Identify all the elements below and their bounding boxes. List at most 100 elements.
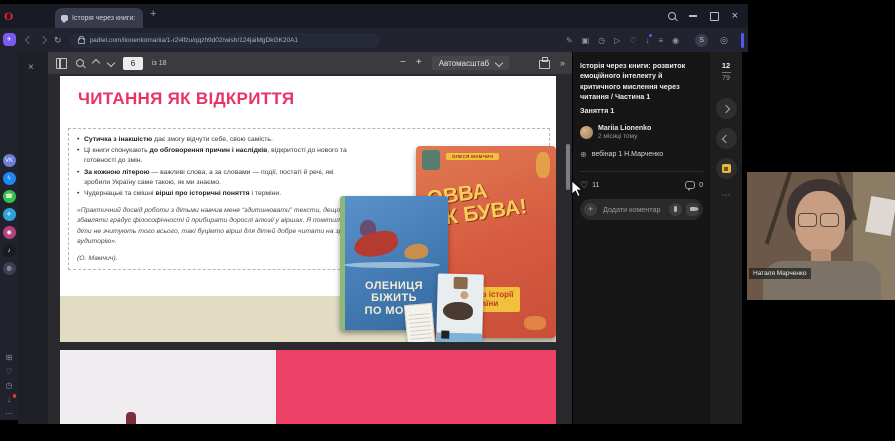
glasses-icon <box>798 213 839 227</box>
link-icon: ⊕ <box>580 151 587 159</box>
reload-button[interactable]: ↻ <box>54 36 62 45</box>
back-button[interactable] <box>25 36 33 44</box>
forward-button[interactable] <box>39 36 47 44</box>
slideshow-button[interactable] <box>716 158 737 179</box>
slide-nav-rail: 12 79 ⋯ <box>710 52 742 424</box>
slide-title: ЧИТАННЯ ЯК ВІДКРИТТЯ <box>78 89 294 109</box>
open-booklet <box>404 303 436 342</box>
zoom-mode-select[interactable]: Автомасштаб <box>432 56 509 70</box>
previous-page-button[interactable] <box>92 59 100 67</box>
tab-title: Історія через книги: розви <box>72 15 137 22</box>
mic-button[interactable] <box>669 203 682 216</box>
pdf-search-icon[interactable] <box>76 59 84 67</box>
browser-tab[interactable]: Історія через книги: розви <box>55 8 143 28</box>
cover-illustration <box>422 150 440 170</box>
address-bar-row: ↻ padlet.com/lionenkomariia/1-r2i4fzu/qq… <box>18 28 748 52</box>
history-icon[interactable]: ◷ <box>598 36 605 45</box>
more-icon[interactable]: ⋯ <box>3 409 15 418</box>
camera-button[interactable] <box>686 203 699 216</box>
address-bar[interactable]: padlet.com/lionenkomariia/1-r2i4fzu/qqzh… <box>70 33 380 48</box>
page-number-input[interactable] <box>123 57 143 70</box>
post-title: Історія через книги: розвиток емоційного… <box>580 61 703 103</box>
snapshot-icon[interactable]: ▣ <box>582 36 590 45</box>
participant-video[interactable]: Наталя Марченко <box>747 172 895 300</box>
messenger-icon[interactable]: ϟ <box>3 172 16 185</box>
author-name: Mariia Lionenko <box>598 125 651 132</box>
slide-bullet: Ці книги спонукають до обговорення причи… <box>77 146 355 166</box>
cover-illustration <box>403 242 429 260</box>
pdf-toolbar: із 18 − + Автомасштаб » <box>48 52 572 74</box>
url-text: padlet.com/lionenkomariia/1-r2i4fzu/qqzh… <box>90 37 298 44</box>
vk-icon[interactable]: VK <box>3 154 16 167</box>
add-attachment-button[interactable]: + <box>584 203 597 216</box>
flow-icon[interactable]: ▷ <box>614 36 620 45</box>
pdf-scrollbar-thumb[interactable] <box>566 144 570 190</box>
prev-slide-button[interactable] <box>716 128 737 149</box>
next-page-button[interactable] <box>107 59 115 67</box>
search-icon[interactable] <box>668 12 676 20</box>
easy-setup-icon[interactable]: ◎ <box>720 35 728 46</box>
comment-input[interactable] <box>601 204 665 215</box>
workspaces-icon[interactable]: ⊞ <box>3 353 15 362</box>
telegram-icon[interactable]: ✈ <box>3 208 16 221</box>
share-icon[interactable]: ✎ <box>566 36 573 45</box>
slide-bullet: За кожною літерою — важливі слова, а за … <box>77 168 355 188</box>
next-slide-button[interactable] <box>716 98 737 119</box>
mouse-cursor <box>571 180 583 203</box>
downloads-icon[interactable]: ↓ <box>3 395 15 404</box>
opera-sidebar: ✈ VK ϟ ☎ ✈ ◉ ♪ ◎ ⊞ ♡ ◷ ↓ ⋯ <box>0 28 18 420</box>
comment-input-row: + <box>580 199 703 220</box>
maximize-button[interactable] <box>710 12 719 21</box>
close-window-button[interactable]: × <box>732 11 738 22</box>
close-panel-button[interactable]: × <box>28 63 34 73</box>
print-icon[interactable] <box>539 60 550 69</box>
slide-counter-total: 79 <box>710 75 742 82</box>
pink-block <box>276 350 556 424</box>
comment-icon[interactable] <box>685 181 695 189</box>
card-figure <box>460 291 468 299</box>
participant-shoulders <box>763 261 881 300</box>
card-horse <box>443 302 473 321</box>
minimize-button[interactable] <box>689 15 697 16</box>
sidebar-accent-bar <box>741 33 744 48</box>
attachment-label: вебінар 1 Н.Марченко <box>592 151 663 158</box>
pdf-viewer: із 18 − + Автомасштаб » ЧИТАННЯ Я <box>48 52 572 424</box>
pdf-sidebar-toggle-icon[interactable] <box>56 58 67 69</box>
extensions-row: ✎ ▣ ◷ ▷ ♡ ↓ ≡ ◉ <box>566 36 679 45</box>
qr-code <box>441 331 449 339</box>
postcard-illustration <box>436 273 484 342</box>
whatsapp-icon[interactable]: ☎ <box>3 190 16 203</box>
post-author-row: Mariia Lionenko 2 місяці тому <box>580 125 703 140</box>
profile-icon[interactable]: ◉ <box>672 36 679 45</box>
zoom-out-button[interactable]: − <box>400 58 406 68</box>
counter-divider <box>722 72 731 73</box>
slide-page: ЧИТАННЯ ЯК ВІДКРИТТЯ Сутичка з інакшістю… <box>60 76 556 342</box>
mic-icon <box>674 206 677 212</box>
zoom-in-button[interactable]: + <box>416 58 422 68</box>
cover-illustration <box>524 316 546 330</box>
opera-menu-button[interactable]: O <box>4 9 13 23</box>
history-icon[interactable]: ◷ <box>3 381 15 390</box>
post-session-label: Заняття 1 <box>580 106 703 115</box>
more-options-button[interactable]: ⋯ <box>710 191 742 200</box>
reading-list-icon[interactable]: ≡ <box>658 36 663 45</box>
new-tab-button[interactable]: + <box>150 9 156 20</box>
profile-avatar[interactable]: S <box>695 34 708 47</box>
discord-icon[interactable]: ◎ <box>3 262 16 275</box>
card-portrait <box>453 277 467 289</box>
download-icon[interactable]: ↓ <box>645 36 649 45</box>
camera-icon <box>690 207 696 211</box>
zoom-mode-label: Автомасштаб <box>439 59 489 68</box>
attachment-row[interactable]: ⊕ вебінар 1 Н.Марченко <box>580 151 703 159</box>
small-illustration <box>126 412 136 424</box>
bookmarks-icon[interactable]: ♡ <box>3 367 15 376</box>
slideshow-icon <box>722 164 731 173</box>
paper-plane-icon[interactable]: ✈ <box>3 33 16 46</box>
bookmark-heart-icon[interactable]: ♡ <box>629 36 636 45</box>
tiktok-icon[interactable]: ♪ <box>3 244 16 257</box>
instagram-icon[interactable]: ◉ <box>3 226 16 239</box>
toolbar-expand-button[interactable]: » <box>560 59 565 68</box>
slide-bullet-list: Сутичка з інакшістю дає змогу відчути се… <box>77 135 355 199</box>
lock-icon <box>78 38 85 44</box>
pdf-content: ЧИТАННЯ ЯК ВІДКРИТТЯ Сутичка з інакшістю… <box>48 74 572 424</box>
